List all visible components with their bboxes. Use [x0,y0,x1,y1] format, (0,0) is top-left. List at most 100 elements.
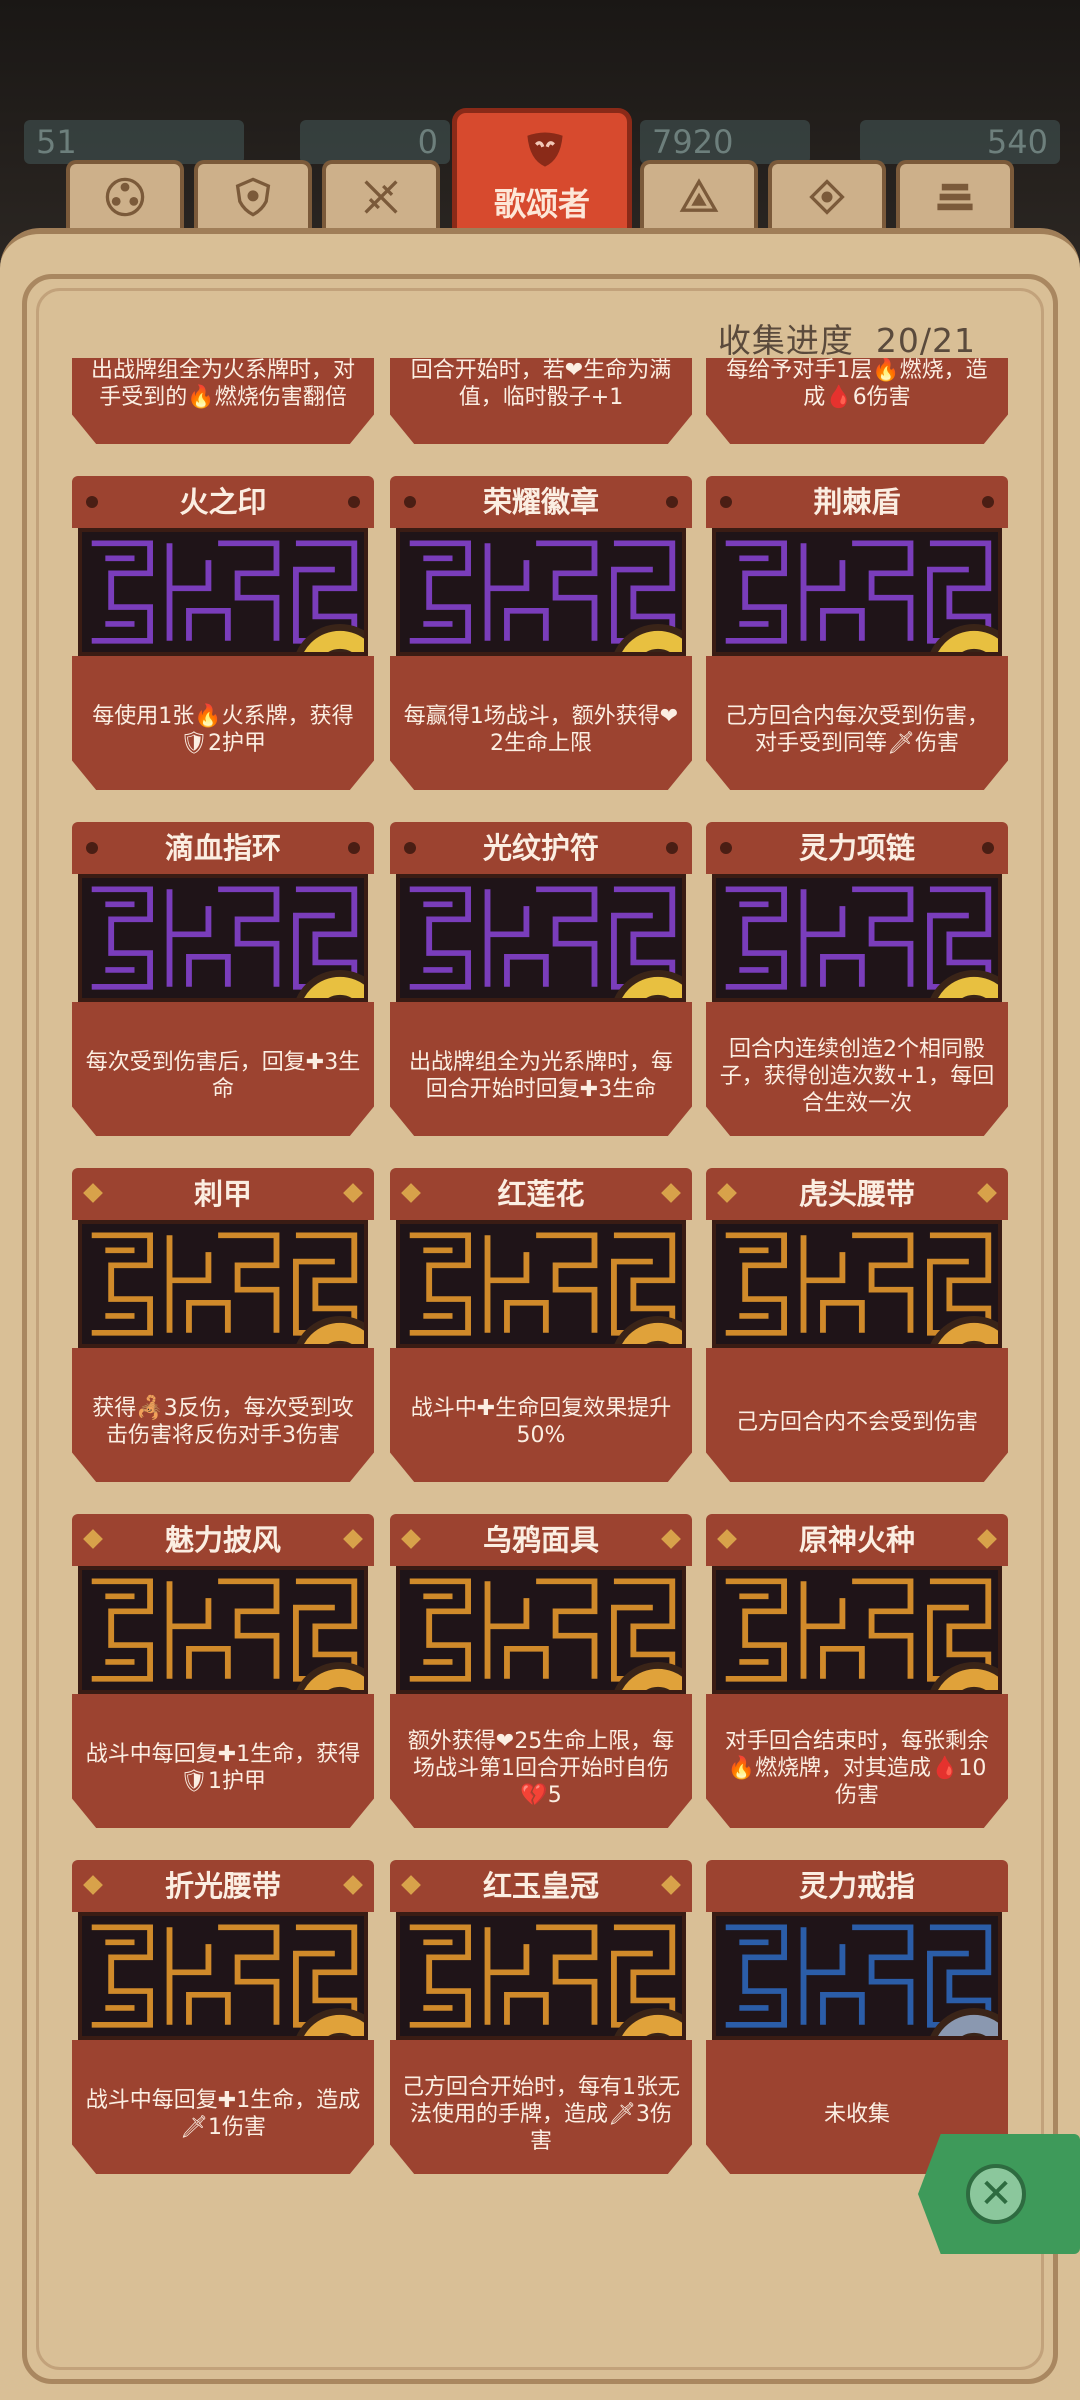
card-art [396,1220,686,1348]
card-art [78,1220,368,1348]
relic-card[interactable]: 红莲花 战斗中✚生命回复效果提升50% [390,1168,692,1488]
card-title-bar: 火之印 [72,476,374,528]
card-title: 原神火种 [798,1523,915,1557]
card-description: 己方回合内不会受到伤害 [706,1348,1008,1482]
card-description: 对手回合结束时，每张剩余🔥燃烧牌，对其造成🩸10伤害 [706,1694,1008,1828]
card-art [78,1912,368,2040]
card-description: 回合开始时，若❤生命为满值，临时骰子+1 [390,358,692,444]
lotus-icon [614,1316,682,1344]
card-corner-diamond [343,1529,363,1549]
resource-2-value: 0 [417,123,438,161]
wheel-icon [105,177,145,217]
relic-card[interactable]: 荣耀徽章每赢得1场战斗，额外获得❤2生命上限 [390,476,692,796]
card-corner-diamond [717,1183,737,1203]
card-art [78,1566,368,1694]
tab-swords[interactable] [322,160,440,230]
crow-mask-icon [614,1662,682,1690]
card-corner-diamond [83,1183,103,1203]
card-art [712,1566,1002,1694]
relic-card[interactable]: 回合开始时，若❤生命为满值，临时骰子+1 [390,358,692,450]
card-title: 荣耀徽章 [482,485,599,519]
card-corner-diamond [661,1183,681,1203]
card-description-text: 战斗中每回复✚1生命，获得🛡1护甲 [85,1742,361,1794]
relic-card[interactable]: 虎头腰带己方回合内不会受到伤害 [706,1168,1008,1488]
relic-card[interactable]: 乌鸦面具额外获得❤25生命上限，每场战斗第1回合开始时自伤💔5 [390,1514,692,1834]
card-description: 战斗中每回复✚1生命，获得🛡1护甲 [72,1694,374,1828]
card-description-text: 出战牌组全为火系牌时，对手受到的🔥燃烧伤害翻倍 [90,358,355,410]
resource-3: 7920 [640,120,810,164]
tab-eye[interactable] [768,160,886,230]
collection-panel: 收集进度 20/21 出战牌组全为火系牌时，对手受到的🔥燃烧伤害翻倍 回合开始时，若… [0,228,1080,2400]
fire-spirit-icon [930,1662,998,1690]
card-grid[interactable]: 出战牌组全为火系牌时，对手受到的🔥燃烧伤害翻倍 回合开始时，若❤生命为满值，临时骰… [72,358,1012,2358]
tab-triangle[interactable] [640,160,758,230]
triangle-icon [679,178,719,212]
progress-value: 20/21 [875,321,976,360]
tab-stack[interactable] [896,160,1014,230]
card-corner-dot [348,496,360,508]
relic-card[interactable]: 折光腰带 战斗中每回复✚1生命，造成🗡1伤害 [72,1860,374,2180]
card-corner-diamond [401,1875,421,1895]
card-title: 乌鸦面具 [482,1523,599,1557]
card-corner-diamond [717,1529,737,1549]
card-description-text: 回合开始时，若❤生命为满值，临时骰子+1 [410,358,672,410]
resource-4: 540 [860,120,1060,164]
card-description-text: 未收集 [823,2101,890,2127]
card-corner-diamond [661,1875,681,1895]
resource-4-value: 540 [986,123,1048,161]
card-title: 光纹护符 [482,831,599,865]
card-corner-diamond [401,1183,421,1203]
relic-card[interactable]: 灵力戒指 未收集 [706,1860,1008,2180]
card-art [396,1912,686,2040]
card-art [78,528,368,656]
relic-card[interactable]: 灵力项链 回合内连续创造2个相同骰子，获得创造次数+1，每回合生效一次 [706,822,1008,1142]
card-corner-dot [348,842,360,854]
card-description: 每赢得1场战斗，额外获得❤2生命上限 [390,656,692,790]
relic-card[interactable]: 光纹护符 出战牌组全为光系牌时，每回合开始时回复✚3生命 [390,822,692,1142]
card-art [396,528,686,656]
tab-wheel[interactable] [66,160,184,230]
card-corner-diamond [661,1529,681,1549]
card-title-bar: 折光腰带 [72,1860,374,1912]
card-title: 折光腰带 [164,1869,281,1903]
relic-card[interactable]: 出战牌组全为火系牌时，对手受到的🔥燃烧伤害翻倍 [72,358,374,450]
mask-icon [527,132,563,167]
card-title-bar: 滴血指环 [72,822,374,874]
relic-card[interactable]: 刺甲 获得🦂3反伤，每次受到攻击伤害将反伤对手3伤害 [72,1168,374,1488]
card-title-bar: 灵力项链 [706,822,1008,874]
card-description-text: 己方回合开始时，每有1张无法使用的手牌，造成🗡3伤害 [402,2074,680,2154]
cloak-icon [296,1662,364,1690]
card-description-text: 每赢得1场战斗，额外获得❤2生命上限 [403,704,679,756]
relic-card[interactable]: 魅力披风 战斗中每回复✚1生命，获得🛡1护甲 [72,1514,374,1834]
card-title-bar: 荣耀徽章 [390,476,692,528]
card-art [396,1566,686,1694]
card-description: 额外获得❤25生命上限，每场战斗第1回合开始时自伤💔5 [390,1694,692,1828]
relic-card[interactable]: 红玉皇冠己方回合开始时，每有1张无法使用的手牌，造成🗡3伤害 [390,1860,692,2180]
card-corner-dot [666,496,678,508]
card-description-text: 每使用1张🔥火系牌，获得🛡2护甲 [92,704,354,756]
relic-card[interactable]: 火之印每使用1张🔥火系牌，获得🛡2护甲 [72,476,374,796]
card-corner-dot [666,842,678,854]
card-title: 红玉皇冠 [482,1869,599,1903]
card-description: 每使用1张🔥火系牌，获得🛡2护甲 [72,656,374,790]
relic-card[interactable]: 每给予对手1层🔥燃烧，造成🩸6伤害 [706,358,1008,450]
tab-shield[interactable] [194,160,312,230]
card-corner-diamond [83,1529,103,1549]
crown-icon [614,2008,682,2036]
relic-card[interactable]: 滴血指环 每次受到伤害后，回复✚3生命 [72,822,374,1142]
card-corner-diamond [977,1529,997,1549]
card-art [78,874,368,1002]
card-art [712,1220,1002,1348]
card-description-text: 己方回合内不会受到伤害 [735,1409,978,1435]
card-art [712,528,1002,656]
close-icon[interactable]: ✕ [966,2164,1026,2224]
card-description: 获得🦂3反伤，每次受到攻击伤害将反伤对手3伤害 [72,1348,374,1482]
tab-singer[interactable]: 歌颂者 [452,108,632,232]
relic-card[interactable]: 原神火种对手回合结束时，每张剩余🔥燃烧牌，对其造成🩸10伤害 [706,1514,1008,1834]
close-tab[interactable]: ✕ [918,2134,1080,2254]
relic-card[interactable]: 荆棘盾 己方回合内每次受到伤害，对手受到同等🗡伤害 [706,476,1008,796]
blood-ring-icon [296,970,364,998]
card-title: 虎头腰带 [798,1177,915,1211]
card-art [712,874,1002,1002]
card-art [396,874,686,1002]
